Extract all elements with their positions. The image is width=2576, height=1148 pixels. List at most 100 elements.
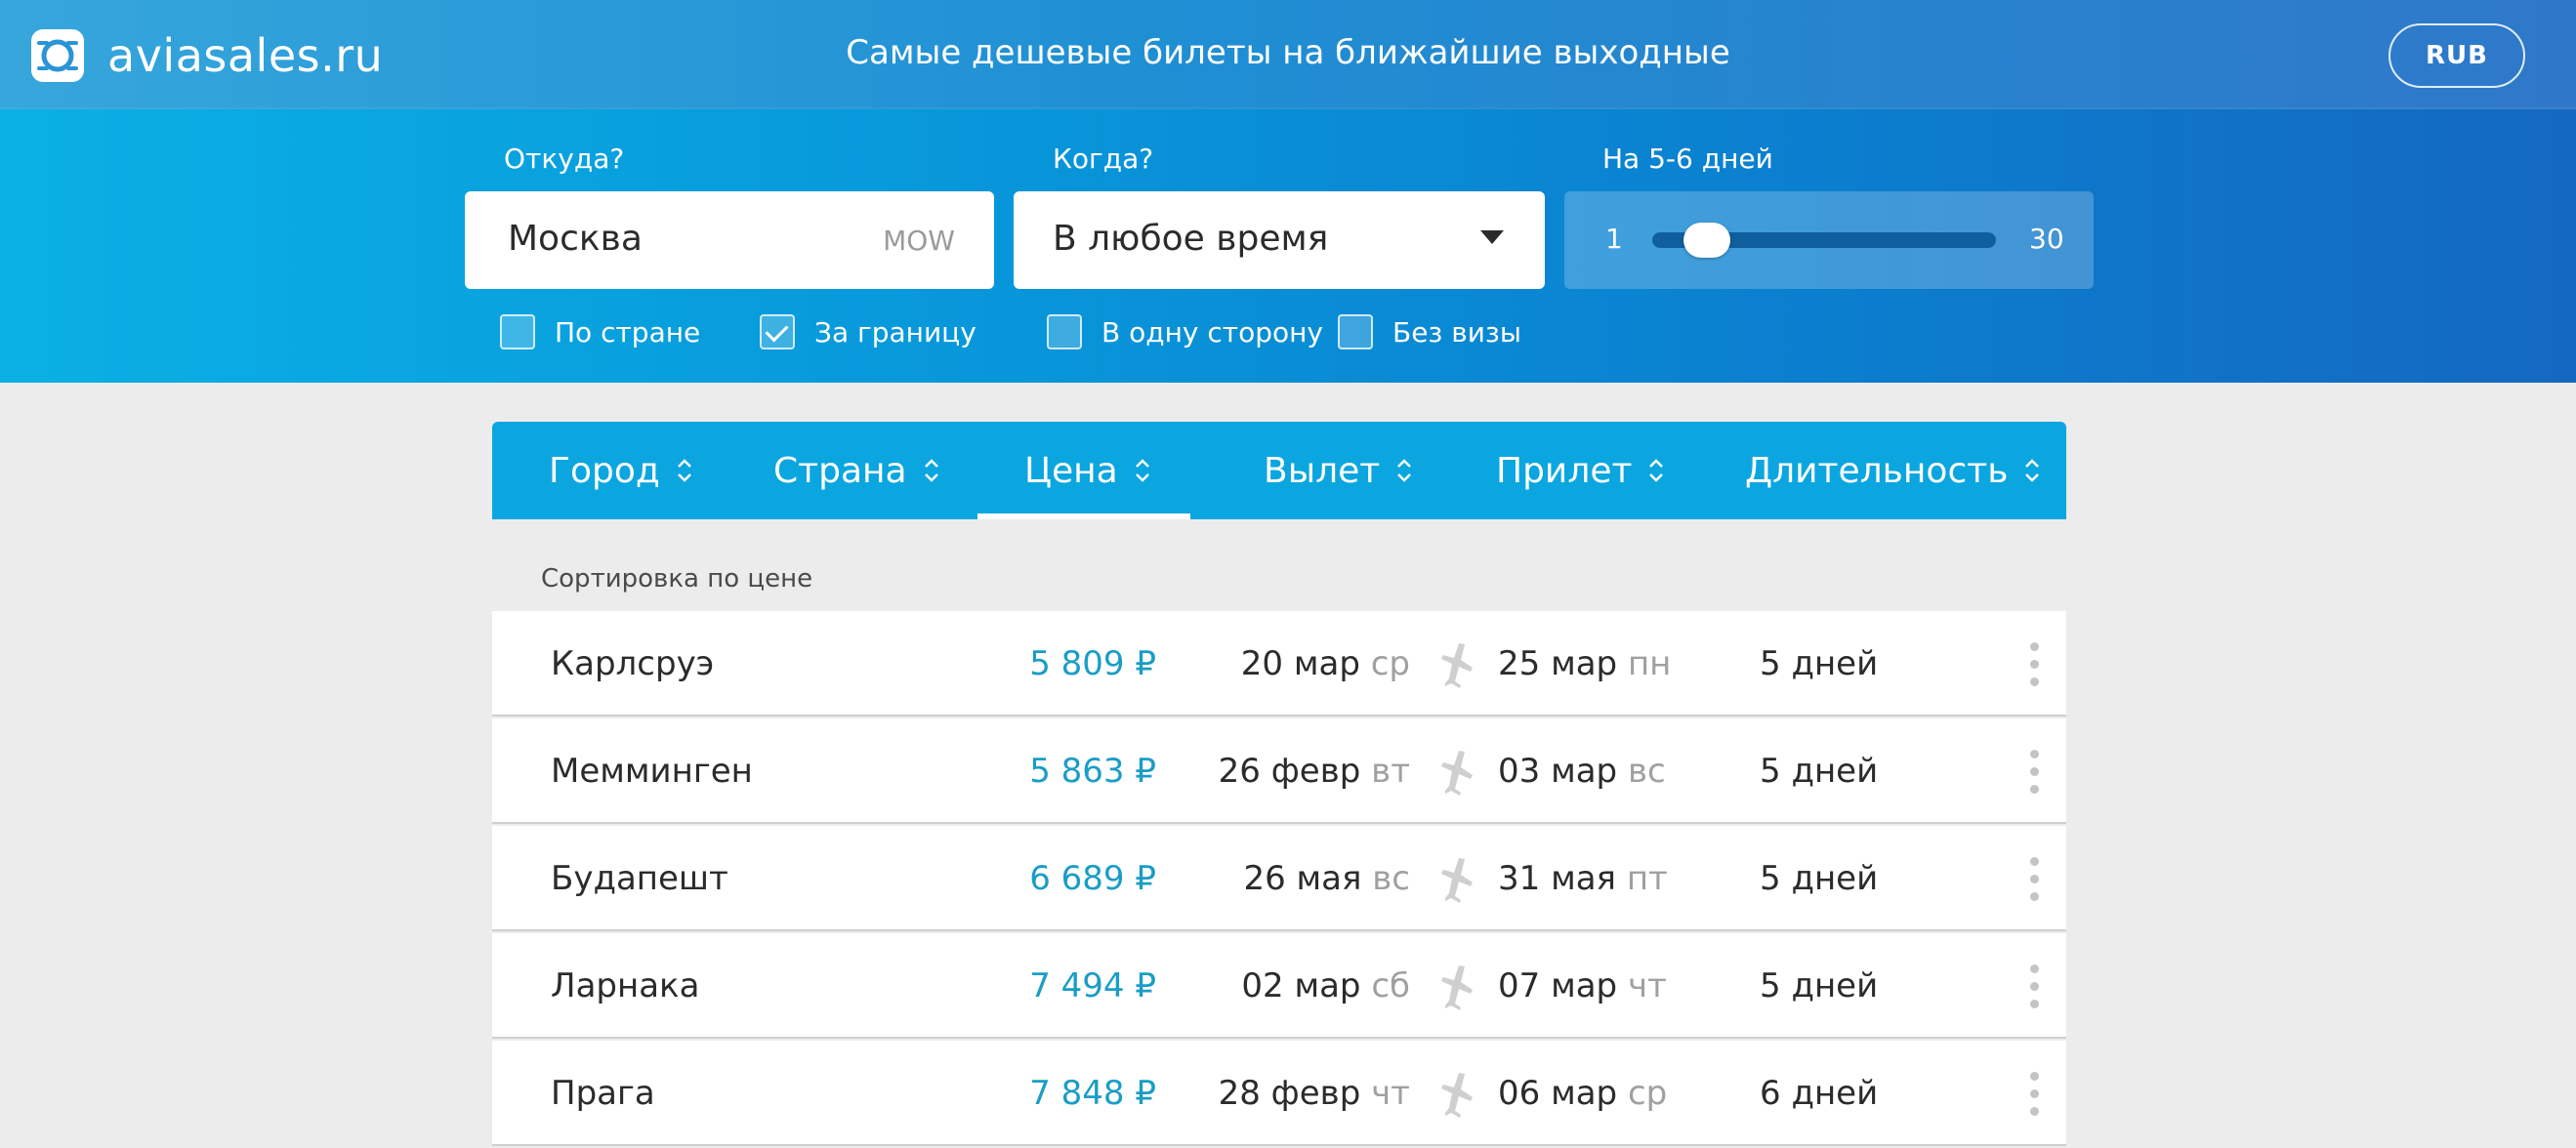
plane-icon — [1441, 965, 1473, 1010]
when-label: Когда? — [1053, 143, 1154, 175]
result-departure: 20 мар ср — [1166, 644, 1410, 683]
result-arrival: 06 мар ср — [1498, 1074, 1667, 1113]
more-vertical-icon[interactable] — [2029, 750, 2039, 795]
result-price: 7 494 ₽ — [1029, 966, 1156, 1005]
departure-weekday: вт — [1371, 752, 1410, 791]
departure-date: 20 мар — [1240, 644, 1360, 683]
sort-updown-icon — [677, 459, 691, 482]
arrival-weekday: пт — [1626, 859, 1668, 898]
filter-label: В одну сторону — [1101, 315, 1323, 348]
top-header: aviasales.ru Самые дешевые билеты на бли… — [0, 0, 2576, 109]
chevron-down-icon — [1480, 230, 1504, 244]
sort-caption: Сортировка по цене — [541, 564, 813, 594]
page-tagline: Самые дешевые билеты на ближайшие выходн… — [846, 33, 1730, 72]
plane-icon — [1441, 751, 1473, 796]
result-row[interactable]: Ларнака 7 494 ₽ 02 мар сб 07 мар чт 5 дн… — [492, 933, 2066, 1039]
checkbox[interactable] — [1338, 314, 1373, 349]
result-city: Ларнака — [551, 966, 700, 1005]
result-row[interactable]: Мемминген 5 863 ₽ 26 февр вт 03 мар вс 5… — [492, 718, 2066, 824]
arrival-weekday: ср — [1627, 1074, 1668, 1113]
result-duration: 5 дней — [1760, 859, 1879, 898]
arrival-date: 03 мар — [1498, 752, 1618, 791]
result-departure: 28 февр чт — [1166, 1074, 1410, 1113]
result-city: Прага — [551, 1074, 655, 1113]
sort-updown-icon — [1135, 459, 1149, 482]
plane-icon — [1441, 1073, 1473, 1118]
departure-date: 02 мар — [1241, 966, 1361, 1005]
duration-label: На 5-6 дней — [1602, 143, 1773, 175]
departure-date: 26 мая — [1243, 859, 1362, 898]
slider-handle[interactable] — [1683, 223, 1730, 258]
result-price: 5 809 ₽ — [1029, 644, 1156, 683]
when-dropdown[interactable]: В любое время — [1014, 191, 1545, 289]
from-airport-code: MOW — [883, 225, 955, 257]
more-vertical-icon[interactable] — [2029, 857, 2039, 902]
sort-tab-label: Цена — [1024, 450, 1118, 491]
result-row[interactable]: Карлсруэ 5 809 ₽ 20 мар ср 25 мар пн 5 д… — [492, 611, 2066, 717]
sort-tab-label: Прилет — [1496, 450, 1633, 491]
arrival-date: 06 мар — [1498, 1074, 1618, 1113]
duration-min: 1 — [1605, 223, 1623, 255]
departure-date: 26 февр — [1218, 752, 1361, 791]
plane-icon — [1441, 858, 1473, 903]
duration-slider[interactable]: 1 30 — [1564, 191, 2094, 289]
arrival-weekday: пн — [1627, 644, 1672, 683]
departure-weekday: вс — [1372, 859, 1410, 898]
filter-one-way[interactable]: В одну сторону — [1047, 314, 1323, 349]
arrival-date: 31 мая — [1498, 859, 1617, 898]
result-duration: 6 дней — [1760, 1074, 1879, 1113]
result-city: Карлсруэ — [551, 644, 715, 683]
from-value: Москва — [508, 219, 643, 259]
result-arrival: 03 мар вс — [1498, 752, 1666, 791]
sort-tab-price[interactable]: Цена — [977, 422, 1190, 519]
result-departure: 26 мая вс — [1166, 859, 1410, 898]
filter-no-visa[interactable]: Без визы — [1338, 314, 1521, 349]
filter-domestic[interactable]: По стране — [500, 314, 700, 349]
result-city: Будапешт — [551, 859, 728, 898]
arrival-date: 25 мар — [1498, 644, 1618, 683]
checkbox[interactable] — [1047, 314, 1082, 349]
sort-tab-arrival[interactable]: Прилет — [1496, 422, 1665, 519]
arrival-date: 07 мар — [1498, 966, 1618, 1005]
arrival-weekday: чт — [1627, 966, 1667, 1005]
sort-updown-icon — [1397, 459, 1412, 482]
result-row[interactable]: Прага 7 848 ₽ 28 февр чт 06 мар ср 6 дне… — [492, 1041, 2066, 1146]
result-price: 5 863 ₽ — [1029, 752, 1156, 791]
result-duration: 5 дней — [1760, 966, 1879, 1005]
currency-button[interactable]: RUB — [2389, 23, 2525, 88]
sort-tab-city[interactable]: Город — [549, 422, 693, 519]
checkbox[interactable] — [500, 314, 535, 349]
arrival-weekday: вс — [1627, 752, 1666, 791]
more-vertical-icon[interactable] — [2029, 964, 2039, 1009]
plane-icon — [1441, 643, 1473, 688]
result-duration: 5 дней — [1760, 644, 1879, 683]
checkbox-checked[interactable] — [760, 314, 795, 349]
result-departure: 02 мар сб — [1166, 966, 1410, 1005]
result-arrival: 31 мая пт — [1498, 859, 1668, 898]
result-city: Мемминген — [551, 752, 753, 791]
from-label: Откуда? — [504, 143, 625, 175]
result-row[interactable]: Будапешт 6 689 ₽ 26 мая вс 31 мая пт 5 д… — [492, 826, 2066, 931]
more-vertical-icon[interactable] — [2029, 642, 2039, 687]
departure-date: 28 февр — [1218, 1074, 1361, 1113]
sort-tab-country[interactable]: Страна — [773, 422, 940, 519]
sort-updown-icon — [1649, 459, 1664, 482]
result-price: 7 848 ₽ — [1029, 1074, 1156, 1113]
filter-abroad[interactable]: За границу — [760, 314, 976, 349]
more-vertical-icon[interactable] — [2029, 1072, 2039, 1117]
result-arrival: 07 мар чт — [1498, 966, 1667, 1005]
sort-tab-departure[interactable]: Вылет — [1264, 422, 1413, 519]
sort-tab-label: Вылет — [1264, 450, 1381, 491]
sort-updown-icon — [924, 459, 938, 482]
filter-label: За границу — [814, 315, 976, 348]
duration-max: 30 — [2029, 223, 2064, 255]
sort-tab-duration[interactable]: Длительность — [1745, 422, 2041, 519]
result-departure: 26 февр вт — [1166, 752, 1410, 791]
filter-label: Без визы — [1392, 315, 1521, 348]
sort-tab-label: Страна — [773, 450, 907, 491]
result-price: 6 689 ₽ — [1029, 859, 1156, 898]
sort-tab-label: Длительность — [1745, 450, 2009, 491]
from-field[interactable]: Москва MOW — [465, 191, 994, 289]
result-duration: 5 дней — [1760, 752, 1879, 791]
sort-updown-icon — [2025, 459, 2040, 482]
